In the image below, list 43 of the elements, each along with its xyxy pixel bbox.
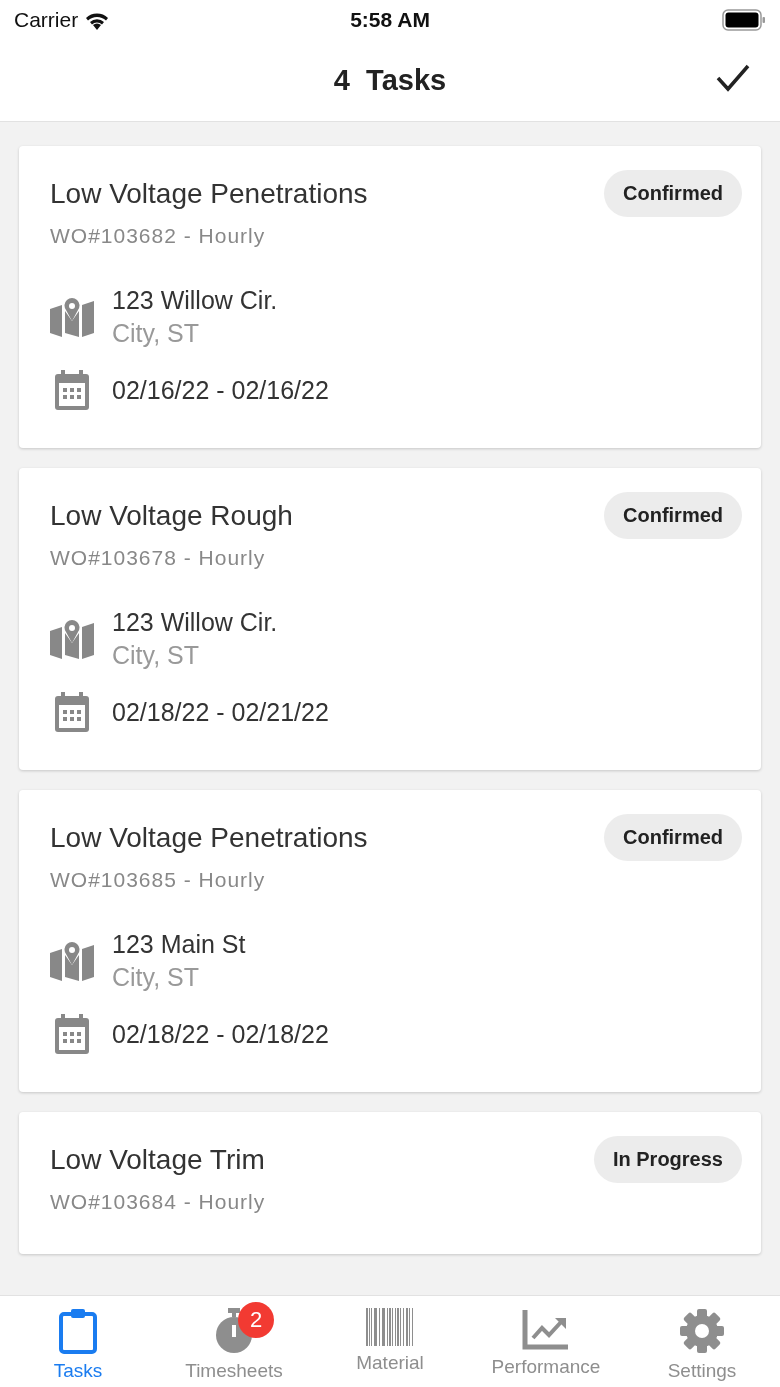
date-range: 02/16/22 - 02/16/22 bbox=[112, 375, 329, 406]
notification-badge: 2 bbox=[238, 1302, 274, 1338]
task-title: Low Voltage Rough bbox=[50, 499, 294, 533]
trend-chart-icon bbox=[522, 1308, 570, 1350]
map-pin-icon bbox=[50, 619, 94, 659]
status-time: 5:58 AM bbox=[350, 8, 430, 31]
status-badge: Confirmed bbox=[604, 492, 742, 539]
screen-title: 4 Tasks bbox=[333, 64, 447, 97]
task-title: Low Voltage Penetrations bbox=[50, 177, 369, 211]
map-pin-icon bbox=[50, 941, 94, 981]
address-city: City, ST bbox=[112, 962, 201, 993]
battery-icon bbox=[722, 9, 766, 31]
task-card[interactable]: Low Voltage Trim WO#103684 - Hourly In Progress bbox=[19, 1112, 761, 1254]
checkmark-icon[interactable] bbox=[716, 64, 750, 92]
status-badge: Confirmed bbox=[604, 170, 742, 217]
task-card[interactable]: Low Voltage Penetrations WO#103685 - Hourly Confirmed 123 Main St City, ST 02/18/22 - 02/18/22 bbox=[19, 790, 761, 1092]
address-street: 123 Willow Cir. bbox=[112, 285, 278, 316]
address-street: 123 Willow Cir. bbox=[112, 607, 278, 638]
task-title: Low Voltage Penetrations bbox=[50, 821, 369, 855]
work-order: WO#103685 - Hourly bbox=[50, 867, 267, 893]
status-badge: Confirmed bbox=[604, 814, 742, 861]
address-street: 123 Main St bbox=[112, 929, 246, 960]
clipboard-icon bbox=[58, 1308, 98, 1354]
tab-bar-item[interactable]: Material bbox=[312, 1296, 468, 1387]
barcode-icon bbox=[366, 1308, 414, 1346]
task-card[interactable]: Low Voltage Rough WO#103678 - Hourly Confirmed 123 Willow Cir. City, ST 02/18/22 - 02/21/22 bbox=[19, 468, 761, 770]
task-card[interactable]: Low Voltage Penetrations WO#103682 - Hourly Confirmed 123 Willow Cir. City, ST 02/16/22 - 02/16/22 bbox=[19, 146, 761, 448]
address-city: City, ST bbox=[112, 640, 201, 671]
work-order: WO#103678 - Hourly bbox=[50, 545, 267, 571]
work-order: WO#103682 - Hourly bbox=[50, 223, 267, 249]
tab-bar-item[interactable]: Tasks bbox=[0, 1296, 156, 1387]
date-range: 02/18/22 - 02/21/22 bbox=[112, 697, 329, 728]
settings-icon bbox=[679, 1308, 725, 1354]
address-city: City, ST bbox=[112, 318, 201, 349]
date-range: 02/18/22 - 02/18/22 bbox=[112, 1019, 329, 1050]
status-badge: In Progress bbox=[593, 1136, 742, 1183]
carrier-label: Carrier bbox=[14, 8, 79, 32]
work-order: WO#103684 - Hourly bbox=[50, 1189, 267, 1215]
tab-bar-item[interactable]: Performance bbox=[468, 1296, 624, 1387]
task-title: Low Voltage Trim bbox=[50, 1143, 266, 1177]
tab-bar-item[interactable]: Timesheets 2 bbox=[156, 1296, 312, 1387]
map-pin-icon bbox=[50, 297, 94, 337]
tab-bar-item[interactable]: Settings bbox=[624, 1296, 780, 1387]
